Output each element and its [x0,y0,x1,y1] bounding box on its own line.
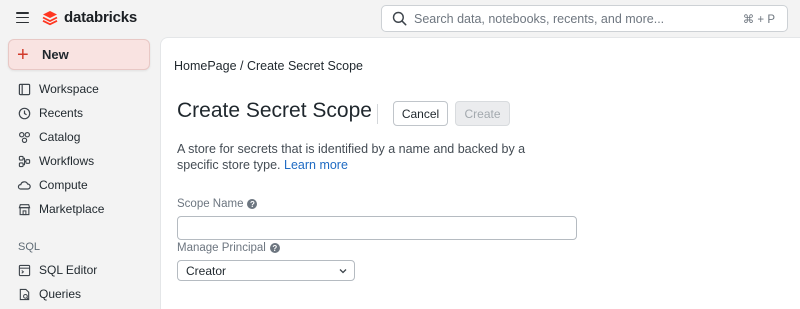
sidebar-item-marketplace[interactable]: Marketplace [8,198,150,220]
top-bar: databricks Search data, notebooks, recen… [0,0,800,37]
scope-name-input[interactable] [177,216,577,240]
search-bar[interactable]: Search data, notebooks, recents, and mor… [381,5,788,32]
queries-icon [17,287,31,301]
plus-icon: + [17,43,29,66]
sidebar-item-label: Catalog [39,130,81,144]
sidebar-item-label: SQL Editor [39,263,98,277]
cancel-button[interactable]: Cancel [393,101,448,126]
manage-principal-label-row: Manage Principal ? [177,242,280,254]
sidebar-item-workflows[interactable]: Workflows [8,150,150,172]
sidebar-item-label: Compute [39,178,88,192]
clock-icon [17,106,31,120]
sidebar-item-label: Workflows [39,154,95,168]
description-text: A store for secrets that is identified b… [177,142,526,172]
title-divider [377,104,378,124]
sidebar-item-label: Queries [39,287,82,301]
scope-name-label-row: Scope Name ? [177,198,258,210]
help-icon[interactable]: ? [247,199,258,209]
create-button[interactable]: Create [455,101,510,126]
workspace-icon [17,82,31,96]
search-icon [392,11,407,26]
sidebar-item-label: Workspace [39,82,99,96]
sidebar-item-label: Marketplace [39,202,105,216]
store-icon [17,202,31,216]
chevron-down-icon [339,268,347,273]
sidebar-item-catalog[interactable]: Catalog [8,126,150,148]
sidebar-item-workspace[interactable]: Workspace [8,78,150,100]
new-button-label: New [42,47,69,62]
new-button[interactable]: + New [8,39,150,70]
databricks-logo-icon [42,10,58,25]
sidebar: + New Workspace Recents Catalog Workflow… [0,37,160,309]
brand-name: databricks [64,9,138,26]
search-placeholder: Search data, notebooks, recents, and mor… [414,11,665,26]
sidebar-item-compute[interactable]: Compute [8,174,150,196]
workflows-icon [17,154,31,168]
breadcrumb[interactable]: HomePage / Create Secret Scope [174,59,363,73]
main-content: HomePage / Create Secret Scope Create Se… [160,37,800,309]
search-shortcut: ⌘ + P [742,13,775,26]
manage-principal-label: Manage Principal [177,242,266,254]
menu-icon[interactable] [16,12,29,24]
manage-principal-value: Creator [186,263,227,278]
description: A store for secrets that is identified b… [177,141,567,173]
catalog-icon [17,130,31,144]
cloud-icon [17,178,31,192]
learn-more-link[interactable]: Learn more [284,158,348,172]
help-icon[interactable]: ? [269,243,280,253]
scope-name-label: Scope Name [177,198,244,210]
sql-editor-icon [17,263,31,277]
manage-principal-select[interactable]: Creator [177,260,355,281]
sidebar-item-queries[interactable]: Queries [8,283,150,305]
sidebar-item-label: Recents [39,106,84,120]
databricks-logo[interactable]: databricks [42,9,137,26]
page-title: Create Secret Scope [177,99,372,122]
section-label-sql: SQL [18,241,41,253]
sidebar-item-recents[interactable]: Recents [8,102,150,124]
sidebar-item-sql-editor[interactable]: SQL Editor [8,259,150,281]
